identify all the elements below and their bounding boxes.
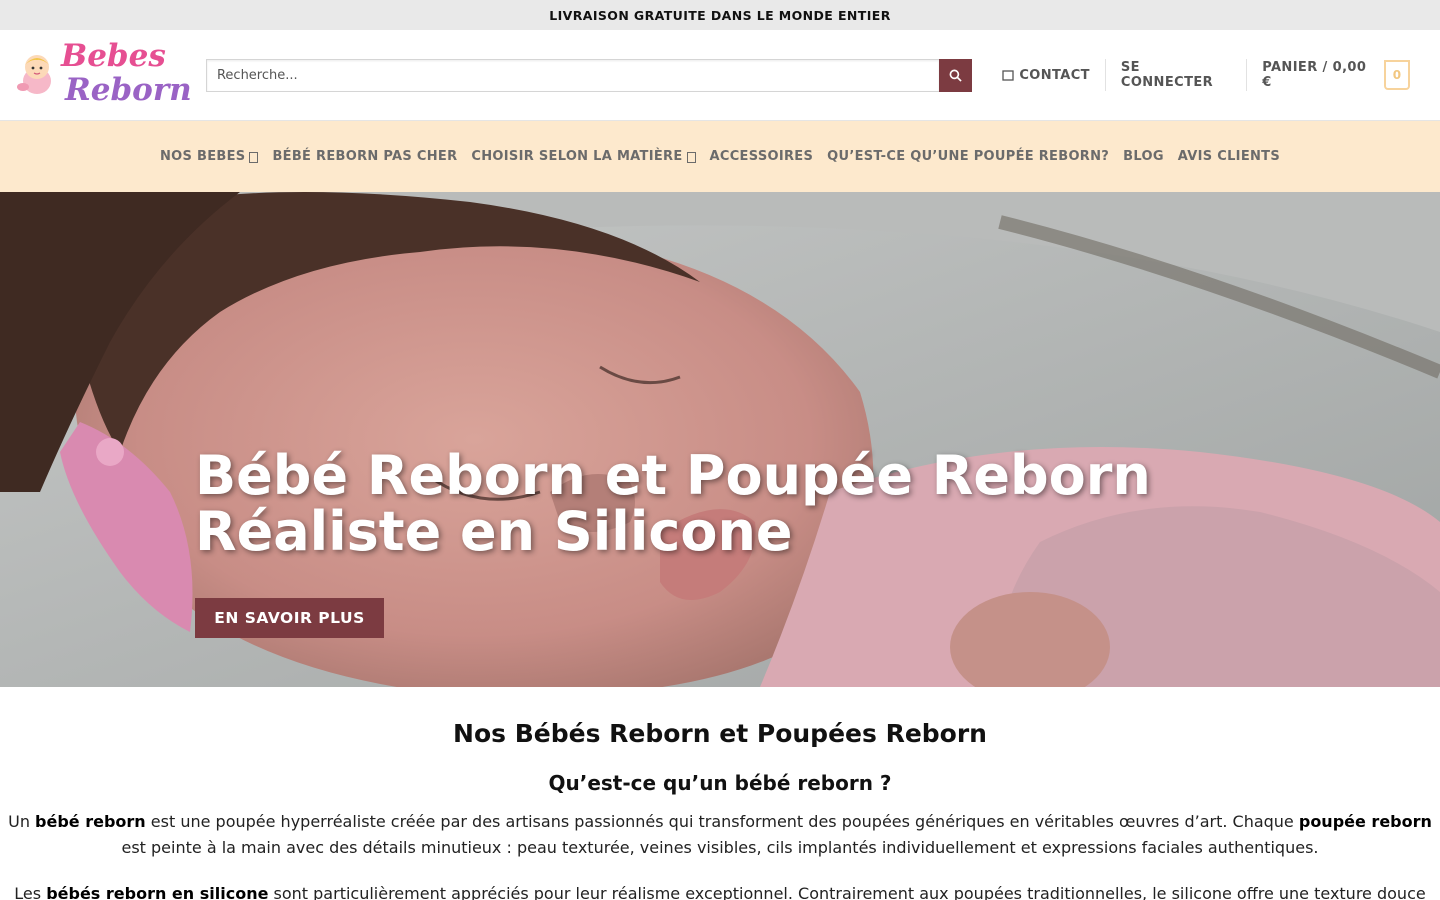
search-form [205,58,973,92]
contact-label: CONTACT [1019,67,1090,83]
site-header: Bebes Reborn CONTACT SE CONNECTER PANIER… [0,30,1440,121]
chevron-down-icon [249,150,259,164]
promo-topbar: LIVRAISON GRATUITE DANS LE MONDE ENTIER [0,0,1440,30]
bold-term: bébés reborn en silicone [46,884,269,900]
nav-item-label: ACCESSOIRES [709,149,814,164]
nav-item-nos-bebes[interactable]: NOS BEBES [153,149,265,164]
baby-logo-icon [17,55,51,94]
text-run: Les [14,884,47,900]
header-nav: CONTACT SE CONNECTER PANIER / 0,00 € 0 [987,58,1425,92]
nav-item-choisir-matiere[interactable]: CHOISIR SELON LA MATIÈRE [464,149,702,164]
hero-banner: Bébé Reborn et Poupée Reborn Réaliste en… [0,192,1440,687]
cart-link[interactable]: PANIER / 0,00 € 0 [1247,58,1425,92]
section-heading: Nos Bébés Reborn et Poupées Reborn [453,719,987,748]
site-logo[interactable]: Bebes Reborn [15,38,192,111]
learn-more-button[interactable]: EN SAVOIR PLUS [195,598,384,638]
main-nav: NOS BEBES BÉBÉ REBORN PAS CHER CHOISIR S… [0,121,1440,192]
nav-item-blog[interactable]: BLOG [1116,149,1171,164]
nav-item-label: BLOG [1123,149,1164,164]
promo-text: LIVRAISON GRATUITE DANS LE MONDE ENTIER [549,7,891,23]
cart-count-badge: 0 [1384,60,1410,90]
logo-word-2: Reborn [65,72,192,108]
chevron-down-icon [686,150,696,164]
login-link[interactable]: SE CONNECTER [1106,58,1246,92]
nav-item-label: BÉBÉ REBORN PAS CHER [272,149,458,164]
nav-item-quest-ce-poupee-reborn[interactable]: QU’EST-CE QU’UNE POUPÉE REBORN? [820,149,1116,164]
envelope-icon [1002,70,1014,81]
intro-paragraph-1: Un bébé reborn est une poupée hyperréali… [4,809,1436,861]
text-run: sont particulièrement appréciés pour leu… [273,884,1426,900]
bold-term: poupée reborn [1298,812,1432,831]
text-run: est une poupée hyperréaliste créée par d… [145,812,1299,831]
login-label: SE CONNECTER [1120,60,1214,90]
nav-item-label: CHOISIR SELON LA MATIÈRE [471,149,683,164]
nav-item-label: QU’EST-CE QU’UNE POUPÉE REBORN? [827,149,1110,164]
text-run: est peinte à la main avec des détails mi… [121,838,1319,857]
cart-label: PANIER / 0,00 € [1262,60,1367,90]
hero-title-line-2: Réaliste en Silicone [195,500,793,563]
nav-item-label: NOS BEBES [159,149,246,164]
intro-section: Nos Bébés Reborn et Poupées Reborn Qu’es… [0,717,1440,900]
nav-item-bebe-reborn-pas-cher[interactable]: BÉBÉ REBORN PAS CHER [265,149,464,164]
bold-term: bébé reborn [35,812,146,831]
nav-item-accessoires[interactable]: ACCESSOIRES [703,149,821,164]
text-run: Un [8,812,36,831]
section-subheading: Qu’est-ce qu’un bébé reborn ? [548,771,892,795]
nav-item-avis-clients[interactable]: AVIS CLIENTS [1171,149,1287,164]
hero-title-line-1: Bébé Reborn et Poupée Reborn [195,444,1151,507]
search-button[interactable] [939,58,973,92]
hero-title: Bébé Reborn et Poupée Reborn Réaliste en… [195,448,1295,560]
nav-item-label: AVIS CLIENTS [1177,149,1281,164]
logo-word-1: Bebes [61,38,166,74]
search-input[interactable] [205,58,940,92]
search-icon [949,69,962,82]
intro-paragraph-2: Les bébés reborn en silicone sont partic… [4,881,1436,900]
contact-link[interactable]: CONTACT [987,58,1105,92]
